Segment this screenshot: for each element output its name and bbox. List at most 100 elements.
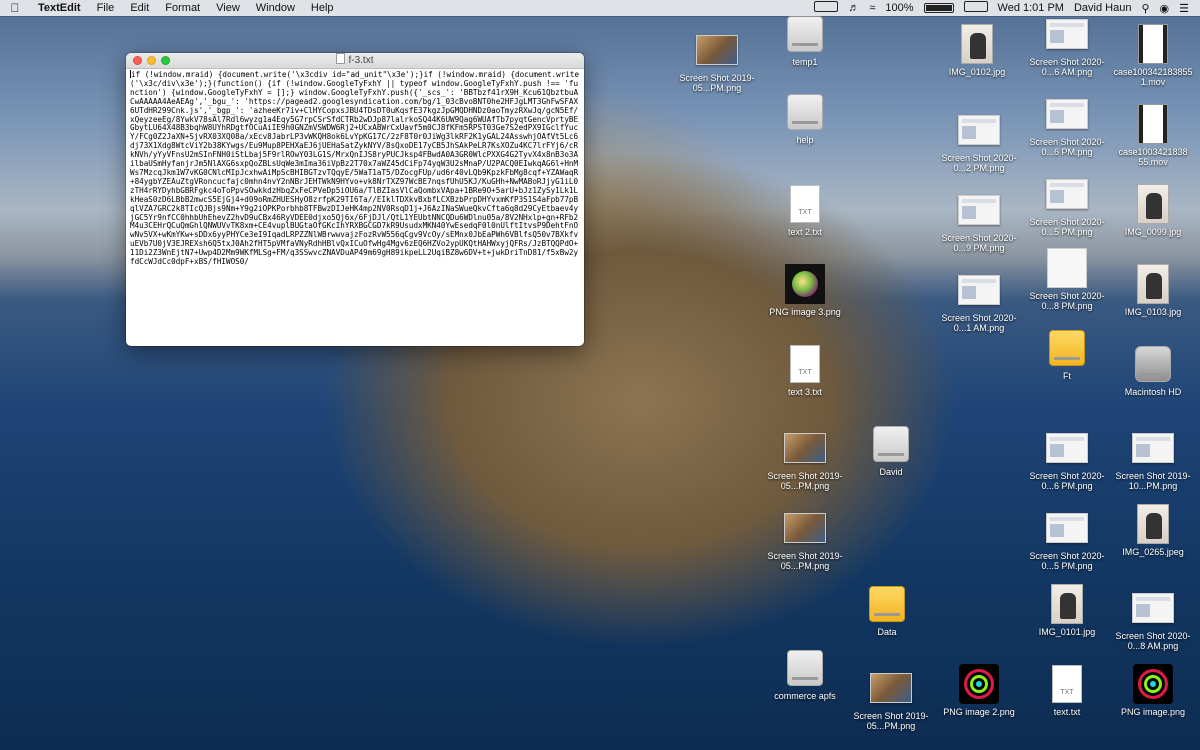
- image-file-icon: [784, 433, 826, 463]
- desktop-icon-screenshot[interactable]: Screen Shot 2020-0...5 PM.png: [1022, 508, 1112, 571]
- battery-percent[interactable]: 100%: [880, 2, 918, 14]
- desktop-icon-png[interactable]: PNG image.png: [1108, 664, 1198, 717]
- image-file-icon: [1046, 433, 1088, 463]
- desktop-icon-screenshot[interactable]: Screen Shot 2019-05...PM.png: [760, 428, 850, 491]
- image-file-icon: [784, 513, 826, 543]
- desktop-icon-screenshot[interactable]: Screen Shot 2020-0...6 PM.png: [1022, 428, 1112, 491]
- document-text: if (!window.mraid) {document.write('\x3c…: [130, 70, 580, 267]
- drive-icon: [869, 586, 905, 622]
- zoom-button[interactable]: [161, 56, 170, 65]
- image-file-icon: [1046, 513, 1088, 543]
- desktop-icon-screenshot[interactable]: Screen Shot 2019-05...PM.png: [846, 668, 936, 731]
- status-area: ♬ ≈ 100% Wed 1:01 PM David Haun ⚲ ◉ ☰: [809, 0, 1200, 16]
- desktop-icon-drive[interactable]: temp1: [760, 14, 850, 67]
- image-file-icon: [1132, 593, 1174, 623]
- desktop-icon-movie[interactable]: case100342183855 1.mov: [1108, 24, 1198, 87]
- text-file-icon: TXT: [790, 185, 820, 223]
- spotlight-search-icon[interactable]: ⚲: [1136, 2, 1154, 15]
- menu-window[interactable]: Window: [248, 2, 303, 14]
- image-file-icon: [1046, 19, 1088, 49]
- desktop-icon-screenshot[interactable]: Screen Shot 2020-0...5 PM.png: [1022, 174, 1112, 237]
- desktop-icon-text-file[interactable]: TXT text 3.txt: [760, 344, 850, 397]
- activity-rings-icon: [959, 664, 999, 704]
- menu-view[interactable]: View: [208, 2, 248, 14]
- desktop-icon-photo[interactable]: IMG_0265.jpeg: [1108, 504, 1198, 557]
- desktop-icon-photo[interactable]: IMG_0103.jpg: [1108, 264, 1198, 317]
- textedit-window: f-3.txt if (!window.mraid) {document.wri…: [126, 53, 584, 346]
- desktop-icon-screenshot[interactable]: Screen Shot 2020-0...2 PM.png: [934, 110, 1024, 173]
- text-file-icon: TXT: [1052, 665, 1082, 703]
- drive-icon: [873, 426, 909, 462]
- siri-icon[interactable]: ◉: [1155, 2, 1175, 15]
- notification-center-icon[interactable]: ☰: [1174, 2, 1194, 15]
- document-icon: [336, 53, 346, 64]
- desktop-icon-screenshot[interactable]: Screen Shot 2019-10...PM.png: [1108, 428, 1198, 491]
- image-file-icon: [1047, 248, 1087, 288]
- image-file-icon: [958, 275, 1000, 305]
- volume-icon[interactable]: ♬: [843, 2, 864, 14]
- desktop-icon-screenshot[interactable]: Screen Shot 2020-0...1 AM.png: [934, 270, 1024, 333]
- desktop-icon-drive[interactable]: help: [760, 92, 850, 145]
- image-file-icon: [1046, 99, 1088, 129]
- photo-icon: [1051, 584, 1083, 624]
- photo-icon: [961, 24, 993, 64]
- menu-bar:  TextEdit File Edit Format View Window …: [0, 0, 1200, 16]
- desktop-icon-drive[interactable]: David: [846, 424, 936, 477]
- text-editor-area[interactable]: if (!window.mraid) {document.write('\x3c…: [126, 69, 584, 346]
- desktop-icon-png[interactable]: PNG image 3.png: [760, 264, 850, 317]
- desktop-icon-drive[interactable]: commerce apfs: [760, 648, 850, 701]
- movie-file-icon: [1138, 104, 1168, 144]
- close-button[interactable]: [133, 56, 142, 65]
- desktop-icon-screenshot[interactable]: Screen Shot 2019-05...PM.png: [760, 508, 850, 571]
- desktop-icon-drive[interactable]: Ft: [1022, 328, 1112, 381]
- window-titlebar[interactable]: f-3.txt: [126, 53, 584, 69]
- drive-icon: [787, 16, 823, 52]
- menu-file[interactable]: File: [89, 2, 123, 14]
- user-name[interactable]: David Haun: [1069, 2, 1136, 14]
- menu-app-name[interactable]: TextEdit: [30, 2, 89, 14]
- desktop-icon-text-file[interactable]: TXT text 2.txt: [760, 184, 850, 237]
- image-file-icon: [958, 115, 1000, 145]
- photo-icon: [1137, 184, 1169, 224]
- minimize-button[interactable]: [147, 56, 156, 65]
- menu-edit[interactable]: Edit: [122, 2, 157, 14]
- keyboard-icon[interactable]: [959, 1, 993, 15]
- wifi-icon[interactable]: ≈: [864, 2, 880, 14]
- desktop-icon-photo[interactable]: IMG_0101.jpg: [1022, 584, 1112, 637]
- desktop-icon-screenshot[interactable]: Screen Shot 2019-05...PM.png: [672, 30, 762, 93]
- image-file-icon: [958, 195, 1000, 225]
- airplay-icon[interactable]: [809, 1, 843, 15]
- image-file-icon: [870, 673, 912, 703]
- image-file-icon: [1046, 179, 1088, 209]
- desktop-icon-screenshot[interactable]: Screen Shot 2020-0...6 AM.png: [1022, 14, 1112, 77]
- desktop-icon-png[interactable]: PNG image 2.png: [934, 664, 1024, 717]
- desktop-icon-text-file[interactable]: TXT text.txt: [1022, 664, 1112, 717]
- desktop-icon-drive[interactable]: Data: [842, 584, 932, 637]
- photo-icon: [1137, 264, 1169, 304]
- hard-drive-icon: [1135, 346, 1171, 382]
- desktop-icon-screenshot[interactable]: Screen Shot 2020-0...6 PM.png: [1022, 94, 1112, 157]
- image-file-icon: [785, 264, 825, 304]
- desktop-icon-screenshot[interactable]: Screen Shot 2020-0...8 PM.png: [1022, 248, 1112, 311]
- desktop-icon-screenshot[interactable]: Screen Shot 2020-0...8 AM.png: [1108, 588, 1198, 651]
- window-title: f-3.txt: [348, 55, 374, 66]
- drive-icon: [787, 94, 823, 130]
- apple-menu-icon[interactable]: : [0, 1, 30, 15]
- drive-icon: [1049, 330, 1085, 366]
- desktop-icon-drive[interactable]: Macintosh HD: [1108, 344, 1198, 397]
- desktop-icon-photo[interactable]: IMG_0102.jpg: [932, 24, 1022, 77]
- menu-format[interactable]: Format: [157, 2, 208, 14]
- menu-help[interactable]: Help: [303, 2, 342, 14]
- battery-icon[interactable]: [919, 2, 959, 14]
- text-file-icon: TXT: [790, 345, 820, 383]
- desktop-icon-screenshot[interactable]: Screen Shot 2020-0...9 PM.png: [934, 190, 1024, 253]
- movie-file-icon: [1138, 24, 1168, 64]
- drive-icon: [787, 650, 823, 686]
- activity-rings-icon: [1133, 664, 1173, 704]
- image-file-icon: [696, 35, 738, 65]
- clock[interactable]: Wed 1:01 PM: [993, 2, 1069, 14]
- image-file-icon: [1132, 433, 1174, 463]
- desktop-icon-movie[interactable]: case1003421838 55.mov: [1108, 104, 1198, 167]
- photo-icon: [1137, 504, 1169, 544]
- desktop-icon-photo[interactable]: IMG_0099.jpg: [1108, 184, 1198, 237]
